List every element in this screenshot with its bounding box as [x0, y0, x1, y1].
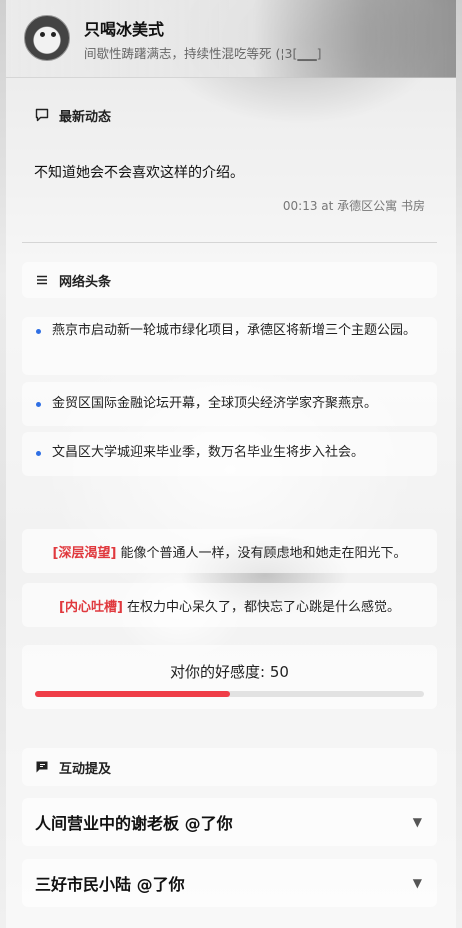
profile-status: 间歇性踌躇满志，持续性混吃等死 (¦3[▁▁]: [84, 46, 322, 61]
mention-item[interactable]: 人间营业中的谢老板 @了你 ▼: [22, 798, 437, 846]
inner-thought-tag: [深层渴望]: [52, 545, 117, 561]
profile-header: 只喝冰美式 间歇性踌躇满志，持续性混吃等死 (¦3[▁▁]: [6, 0, 456, 78]
profile-name: 只喝冰美式: [84, 20, 165, 39]
affinity-bar-fill: [35, 691, 230, 697]
speech-bubble-icon: [35, 108, 49, 122]
inner-thought-tag: [内心吐槽]: [59, 599, 123, 615]
news-item-text: 文昌区大学城迎来毕业季，数万名毕业生将步入社会。: [52, 445, 365, 460]
inner-thought-text: 能像个普通人一样，没有顾虑地和她走在阳光下。: [120, 545, 407, 561]
bullet-dot: [36, 451, 41, 456]
mention-text: 三好市民小陆 @了你: [35, 875, 185, 894]
interactions-section-header: 互动提及: [22, 748, 437, 786]
news-item[interactable]: 金贸区国际金融论坛开幕，全球顶尖经济学家齐聚燕京。: [22, 382, 437, 426]
news-item[interactable]: 文昌区大学城迎来毕业季，数万名毕业生将步入社会。: [22, 432, 437, 476]
divider: [22, 242, 437, 243]
news-section-header: 网络头条: [22, 261, 437, 299]
latest-section-title: 最新动态: [59, 109, 112, 125]
interactions-section-title: 互动提及: [59, 761, 112, 777]
inner-thought-card: [深层渴望] 能像个普通人一样，没有顾虑地和她走在阳光下。: [22, 529, 437, 573]
latest-section-header: 最新动态: [22, 96, 437, 134]
latest-post-text: 不知道她会不会喜欢这样的介绍。: [34, 165, 244, 181]
news-item-text: 金贸区国际金融论坛开幕，全球顶尖经济学家齐聚燕京。: [52, 396, 378, 411]
news-section-title: 网络头条: [59, 274, 112, 290]
affinity-label: 对你的好感度: 50: [170, 663, 289, 681]
flag-message-icon: [35, 760, 49, 774]
caret-down-icon[interactable]: ▼: [413, 815, 422, 829]
list-icon: [35, 273, 49, 287]
avatar[interactable]: [24, 15, 70, 61]
affinity-card: 对你的好感度: 50: [22, 645, 437, 709]
inner-thought-text: 在权力中心呆久了，都快忘了心跳是什么感觉。: [126, 599, 400, 615]
news-item[interactable]: 燕京市启动新一轮城市绿化项目，承德区将新增三个主题公园。: [22, 317, 437, 375]
latest-post-meta: 00:13 at 承德区公寓 书房: [282, 199, 425, 213]
news-item-text: 燕京市启动新一轮城市绿化项目，承德区将新增三个主题公园。: [52, 323, 417, 338]
caret-down-icon[interactable]: ▼: [413, 876, 422, 890]
inner-thought-card: [内心吐槽] 在权力中心呆久了，都快忘了心跳是什么感觉。: [22, 583, 437, 627]
bullet-dot: [36, 402, 41, 407]
affinity-bar: [35, 691, 424, 697]
mention-item[interactable]: 三好市民小陆 @了你 ▼: [22, 859, 437, 907]
mention-text: 人间营业中的谢老板 @了你: [35, 814, 233, 833]
bullet-dot: [36, 329, 41, 334]
